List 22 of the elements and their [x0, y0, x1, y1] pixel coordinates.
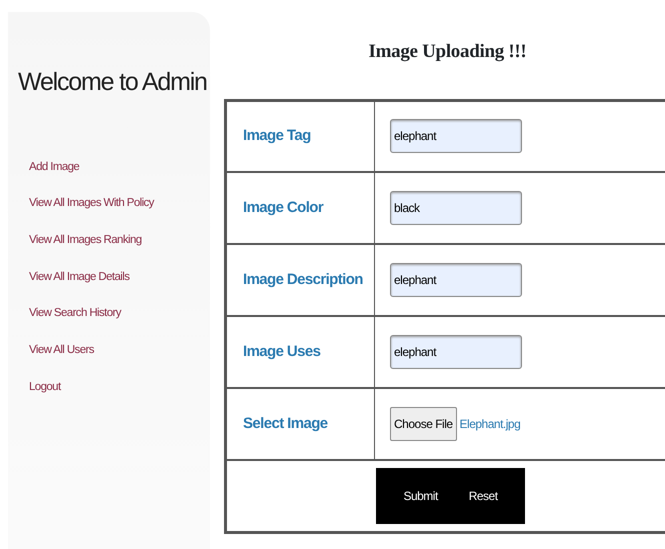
- sidebar-link[interactable]: View All Users: [8, 342, 210, 380]
- field-label: Image Uses: [226, 316, 374, 388]
- submit-button[interactable]: Submit: [401, 484, 440, 507]
- sidebar-link[interactable]: View All Images Ranking: [8, 232, 210, 270]
- page-heading: Image Uploading !!!: [368, 40, 528, 64]
- sidebar-link[interactable]: Add Image: [8, 160, 210, 196]
- choose-file-button[interactable]: Choose File: [390, 407, 457, 441]
- sidebar-link[interactable]: View All Image Details: [8, 270, 210, 306]
- field-label: Image Color: [226, 172, 374, 244]
- field-label: Image Description: [226, 244, 374, 316]
- input-field[interactable]: elephant: [390, 335, 522, 369]
- sidebar-title: Welcome to Admin: [17, 67, 208, 98]
- sidebar-link[interactable]: View All Images With Policy: [8, 196, 210, 233]
- input-field[interactable]: elephant: [390, 263, 522, 297]
- field-label: Image Tag: [226, 100, 374, 172]
- input-field[interactable]: elephant: [390, 119, 522, 154]
- file-name: Elephant.jpg: [460, 417, 520, 431]
- reset-button[interactable]: Reset: [466, 484, 500, 507]
- field-label: Select Image: [226, 388, 374, 460]
- sidebar-link[interactable]: Logout: [8, 380, 210, 416]
- input-field[interactable]: black: [390, 191, 522, 225]
- sidebar-link[interactable]: View Search History: [8, 306, 210, 343]
